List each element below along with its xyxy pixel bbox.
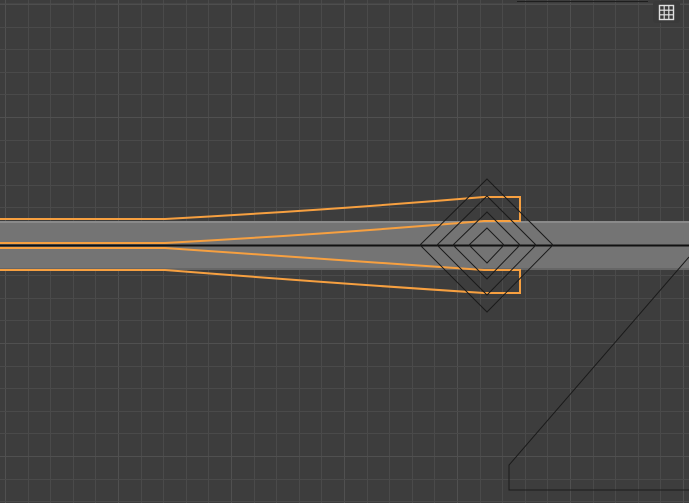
editor-viewport[interactable]: [0, 0, 689, 503]
track-band-top-edge: [0, 221, 689, 223]
viewport-canvas[interactable]: [0, 0, 689, 503]
grid-icon: [658, 4, 675, 20]
grid-toggle-button[interactable]: [653, 1, 680, 23]
